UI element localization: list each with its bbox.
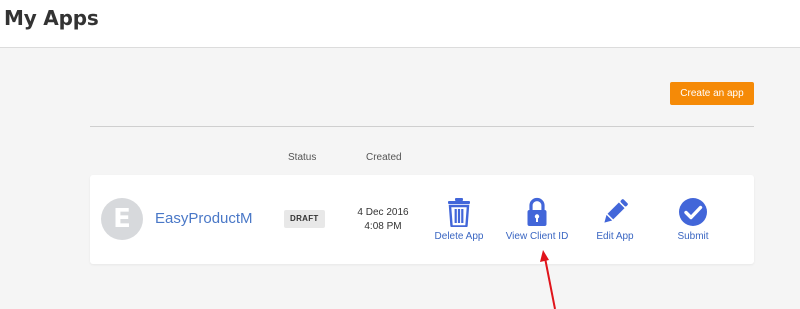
- app-card: E EasyProductM DRAFT 4 Dec 2016 4:08 PM …: [90, 175, 754, 264]
- delete-app-button[interactable]: Delete App: [419, 197, 499, 242]
- create-app-button[interactable]: Create an app: [670, 82, 754, 105]
- lock-icon: [497, 197, 577, 227]
- check-circle-icon: [653, 197, 733, 227]
- header-bar: My Apps: [0, 0, 800, 48]
- status-column-header: Status: [288, 152, 317, 163]
- trash-icon: [419, 197, 499, 227]
- created-time: 4:08 PM: [364, 221, 402, 232]
- divider: [90, 126, 754, 127]
- edit-app-label: Edit App: [596, 231, 634, 242]
- page-title: My Apps: [4, 6, 99, 30]
- view-client-id-label: View Client ID: [505, 231, 569, 242]
- submit-label: Submit: [677, 231, 709, 242]
- submit-button[interactable]: Submit: [653, 197, 733, 242]
- avatar-letter: E: [113, 204, 131, 234]
- status-badge: DRAFT: [284, 210, 325, 228]
- app-name-link[interactable]: EasyProductM: [155, 210, 253, 227]
- pencil-icon: [575, 197, 655, 227]
- view-client-id-button[interactable]: View Client ID: [497, 197, 577, 242]
- created-column-header: Created: [366, 152, 402, 163]
- edit-app-button[interactable]: Edit App: [575, 197, 655, 242]
- created-date: 4 Dec 2016: [357, 207, 409, 218]
- created-info: 4 Dec 2016 4:08 PM: [348, 206, 418, 234]
- avatar: E: [101, 198, 143, 240]
- delete-app-label: Delete App: [434, 231, 484, 242]
